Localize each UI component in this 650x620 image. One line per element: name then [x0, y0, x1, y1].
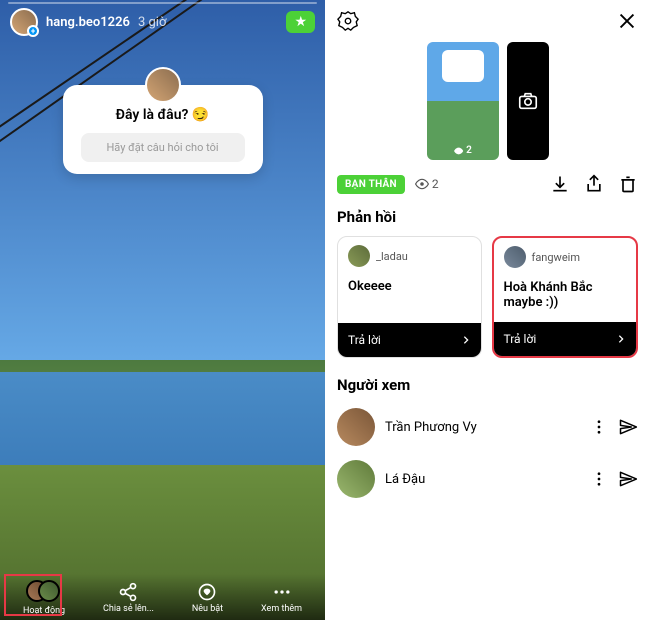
add-story-ring: +	[27, 25, 39, 37]
story-view: + hang.beo1226 3 giờ ★ Đây là đâu? 😏 Hãy…	[0, 0, 325, 620]
share-icon	[118, 582, 138, 602]
reply-button[interactable]: Trả lời	[494, 322, 637, 356]
viewer-avatar[interactable]	[337, 408, 375, 446]
viewer-avatar[interactable]	[337, 460, 375, 498]
author-avatar[interactable]: +	[10, 8, 38, 36]
responder-name[interactable]: fangweim	[532, 251, 580, 264]
more-vertical-icon[interactable]	[590, 470, 608, 488]
question-text: Đây là đâu? 😏	[81, 107, 245, 123]
activity-button[interactable]: Hoạt động	[23, 580, 65, 616]
story-header: + hang.beo1226 3 giờ ★	[0, 8, 325, 36]
story-thumbnails: 2	[337, 42, 638, 160]
camera-icon	[517, 90, 539, 112]
responder-avatar[interactable]	[504, 246, 526, 268]
chevron-right-icon	[616, 334, 626, 344]
viewers-list: Trần Phương Vy Lá Đậu	[337, 404, 638, 502]
story-bottom-bar: Hoạt động Chia sẻ lên... Nêu bật Xem thê…	[0, 574, 325, 620]
viewers-heading: Người xem	[337, 376, 638, 394]
current-story-thumbnail[interactable]: 2	[427, 42, 499, 160]
trash-icon[interactable]	[618, 174, 638, 194]
highlight-button[interactable]: Nêu bật	[192, 582, 223, 614]
send-icon[interactable]	[618, 417, 638, 437]
responder-name[interactable]: _ladau	[376, 250, 408, 263]
question-input-placeholder[interactable]: Hãy đặt câu hỏi cho tôi	[81, 133, 245, 162]
response-text: Okeeee	[338, 275, 481, 323]
responder-avatar[interactable]	[348, 245, 370, 267]
close-friends-label: BẠN THÂN	[337, 175, 405, 194]
view-count: 2	[415, 177, 439, 191]
viewer-row: Lá Đậu	[337, 456, 638, 502]
question-sticker[interactable]: Đây là đâu? 😏 Hãy đặt câu hỏi cho tôi	[63, 85, 263, 174]
share-up-icon[interactable]	[584, 174, 604, 194]
send-icon[interactable]	[618, 469, 638, 489]
response-text: Hoà Khánh Bắc maybe :))	[494, 276, 637, 322]
chevron-right-icon	[461, 335, 471, 345]
reply-button[interactable]: Trả lời	[338, 323, 481, 357]
story-timestamp: 3 giờ	[138, 15, 166, 30]
story-progress	[8, 2, 317, 4]
viewer-row: Trần Phương Vy	[337, 404, 638, 450]
more-vertical-icon[interactable]	[590, 418, 608, 436]
highlight-icon	[197, 582, 217, 602]
sticker-avatar	[145, 67, 181, 103]
more-icon	[272, 582, 292, 602]
responses-heading: Phản hồi	[337, 208, 638, 226]
response-card: _ladau Okeeee Trả lời	[337, 236, 482, 358]
add-story-camera[interactable]	[507, 42, 549, 160]
viewer-name[interactable]: Lá Đậu	[385, 472, 580, 487]
story-insights-panel: 2 BẠN THÂN 2 Phản hồi _ladau Okeeee Trả	[325, 0, 650, 620]
eye-icon	[453, 146, 463, 156]
close-icon[interactable]	[616, 10, 638, 32]
story-meta-row: BẠN THÂN 2	[337, 174, 638, 194]
author-username[interactable]: hang.beo1226	[46, 15, 130, 30]
share-button[interactable]: Chia sẻ lên...	[103, 582, 154, 614]
viewer-name[interactable]: Trần Phương Vy	[385, 420, 580, 435]
settings-icon[interactable]	[337, 10, 359, 32]
responses-list: _ladau Okeeee Trả lời fangweim Hoà Khánh…	[337, 236, 638, 358]
close-friends-badge[interactable]: ★	[286, 11, 315, 33]
more-button[interactable]: Xem thêm	[261, 582, 302, 614]
eye-icon	[415, 177, 429, 191]
response-card: fangweim Hoà Khánh Bắc maybe :)) Trả lời	[492, 236, 639, 358]
download-icon[interactable]	[550, 174, 570, 194]
